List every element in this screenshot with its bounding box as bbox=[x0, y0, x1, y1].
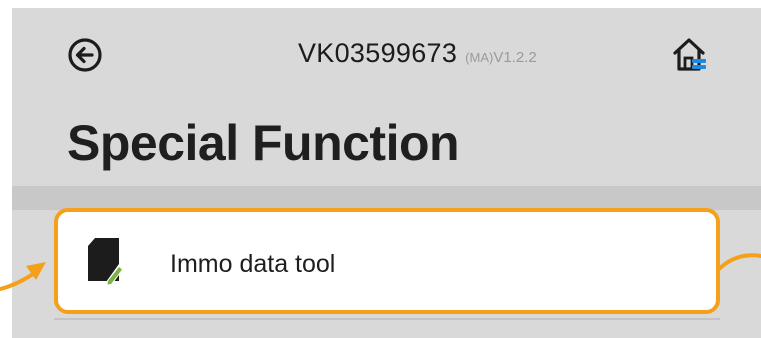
list-divider bbox=[54, 318, 720, 320]
software-version: V1.2.2 bbox=[493, 49, 537, 66]
document-edit-icon bbox=[88, 238, 124, 287]
menu-item-immo-data-tool[interactable]: Immo data tool bbox=[54, 208, 720, 314]
back-arrow-circle-icon[interactable] bbox=[66, 36, 104, 74]
section-divider bbox=[12, 186, 761, 210]
device-title: VK03599673 (MA)V1.2.2 bbox=[298, 38, 537, 69]
device-mode: (MA) bbox=[465, 50, 494, 65]
page-title: Special Function bbox=[67, 115, 460, 171]
menu-item-label: Immo data tool bbox=[170, 250, 336, 278]
top-bar: VK03599673 (MA)V1.2.2 bbox=[12, 8, 761, 100]
callout-arrow-icon bbox=[0, 262, 46, 292]
home-icon[interactable] bbox=[668, 34, 710, 76]
callout-line bbox=[718, 253, 761, 272]
device-serial: VK03599673 bbox=[298, 38, 458, 68]
app-screen: VK03599673 (MA)V1.2.2 Special Function Im… bbox=[12, 8, 761, 338]
